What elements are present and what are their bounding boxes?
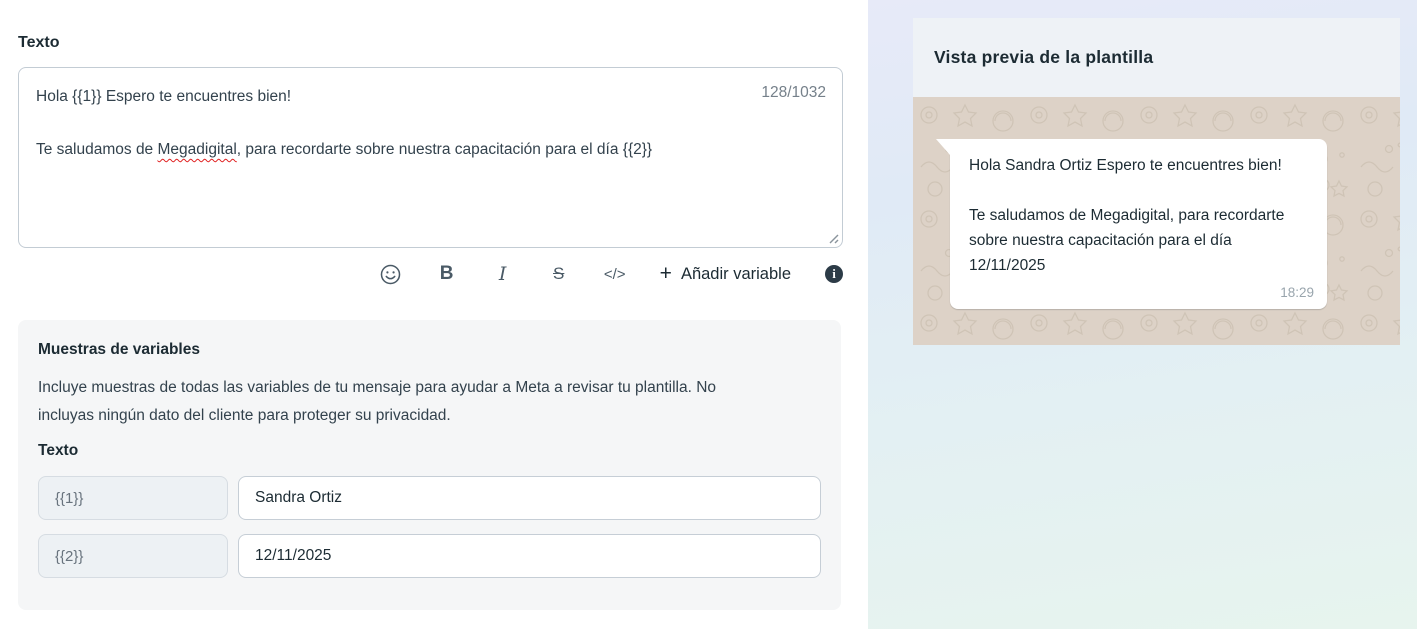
misspelled-word: Megadigital (158, 141, 237, 158)
message-text: Hola Sandra Ortiz Espero te encuentres b… (969, 153, 1310, 278)
samples-title: Muestras de variables (38, 341, 821, 359)
preview-pane: Vista previa de la plantilla (868, 0, 1417, 629)
preview-header: Vista previa de la plantilla (913, 18, 1400, 97)
message-line1: Hola Sandra Ortiz Espero te encuentres b… (969, 153, 1310, 178)
samples-description: Incluye muestras de todas las variables … (38, 374, 768, 429)
template-preview-panel: Vista previa de la plantilla (913, 18, 1400, 345)
plus-icon: + (660, 263, 672, 284)
character-counter: 128/1032 (761, 84, 826, 102)
template-text-line2: Te saludamos de Megadigital, para record… (36, 136, 736, 164)
preview-title: Vista previa de la plantilla (934, 47, 1153, 68)
editor-pane: Texto Hola {{1}} Espero te encuentres bi… (0, 0, 868, 629)
formatting-toolbar: B I S </> + Añadir variable i (18, 256, 843, 292)
variable-samples-card: Muestras de variables Incluye muestras d… (18, 320, 841, 610)
code-icon[interactable]: </> (604, 259, 626, 289)
add-variable-button[interactable]: + Añadir variable (660, 264, 791, 285)
samples-section-label: Texto (38, 442, 821, 460)
italic-icon[interactable]: I (492, 259, 514, 289)
sample-row-1: {{1}} (38, 476, 821, 520)
template-body-textarea[interactable]: Hola {{1}} Espero te encuentres bien! 12… (18, 67, 843, 248)
template-editor-page: Texto Hola {{1}} Espero te encuentres bi… (0, 0, 1417, 629)
message-line2: Te saludamos de Megadigital, para record… (969, 203, 1310, 278)
message-bubble: Hola Sandra Ortiz Espero te encuentres b… (950, 139, 1327, 309)
textarea-resize-handle[interactable] (826, 231, 839, 244)
strikethrough-icon[interactable]: S (548, 259, 570, 289)
message-timestamp: 18:29 (1280, 285, 1314, 300)
variable-2-chip: {{2}} (38, 534, 228, 578)
sample-row-2: {{2}} (38, 534, 821, 578)
emoji-icon[interactable] (379, 259, 402, 289)
sample-rows: {{1}} {{2}} (38, 476, 821, 578)
bubble-tail (936, 139, 950, 156)
variable-2-sample-input[interactable] (238, 534, 821, 578)
variable-1-sample-input[interactable] (238, 476, 821, 520)
variable-1-chip: {{1}} (38, 476, 228, 520)
whatsapp-chat-background: Hola Sandra Ortiz Espero te encuentres b… (913, 97, 1400, 345)
info-icon[interactable]: i (825, 265, 843, 283)
body-text-label: Texto (18, 34, 59, 52)
add-variable-label: Añadir variable (681, 265, 791, 284)
template-text-line1: Hola {{1}} Espero te encuentres bien! (36, 84, 825, 110)
bold-icon[interactable]: B (436, 259, 458, 289)
